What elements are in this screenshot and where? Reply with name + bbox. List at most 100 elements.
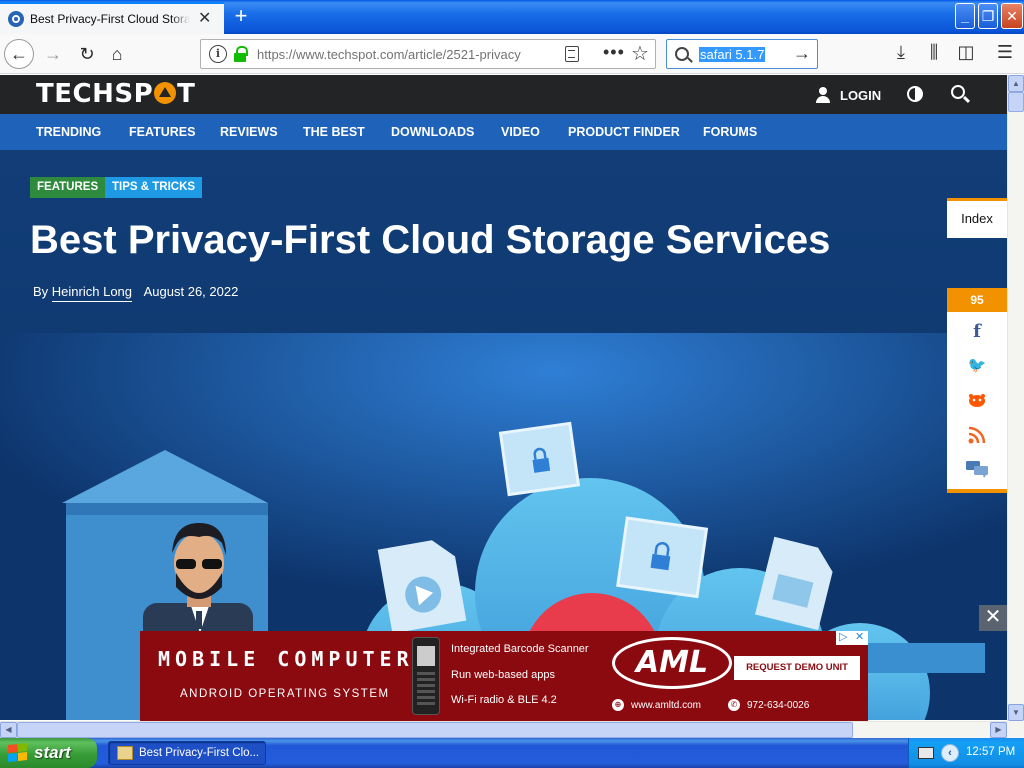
techspot-favicon-icon [8, 11, 24, 27]
byline-prefix: By [33, 284, 49, 299]
article-byline: By Heinrich Long August 26, 2022 [33, 284, 239, 302]
rss-glyph [968, 426, 986, 444]
horizontal-scrollbar[interactable]: ◀ ▶ [0, 721, 1007, 738]
adchoices-icon[interactable]: ▷ ✕ [836, 631, 868, 645]
techspot-logo[interactable]: TECHSP T [36, 79, 195, 109]
page-actions-ellipsis-icon[interactable]: ••• [603, 42, 625, 63]
index-button[interactable]: Index [947, 198, 1007, 238]
nav-product-finder[interactable]: PRODUCT FINDER [568, 125, 680, 139]
scroll-left-arrow-icon[interactable]: ◀ [0, 722, 17, 738]
start-button[interactable]: start [0, 738, 97, 768]
share-sidebar: 95 f 🐦 [947, 288, 1007, 493]
locked-image-file-icon [616, 516, 709, 599]
start-label: start [34, 743, 71, 762]
nav-features[interactable]: FEATURES [129, 125, 195, 139]
secure-lock-icon[interactable] [233, 45, 248, 63]
window-minimize-button[interactable]: _ [955, 3, 975, 29]
search-input-text[interactable]: safari 5.1.7 [699, 46, 766, 62]
horizontal-scroll-thumb[interactable] [17, 722, 853, 738]
reddit-glyph [969, 394, 985, 407]
home-icon[interactable]: ⌂ [102, 39, 132, 69]
window-restore-button[interactable]: ❐ [978, 3, 998, 29]
tab-close-icon[interactable]: ✕ [198, 11, 211, 27]
scroll-down-arrow-icon[interactable]: ▼ [1008, 704, 1024, 721]
windows-taskbar: start Best Privacy-First Clo... ‹ 12:57 … [0, 738, 1024, 768]
comments-icon[interactable] [947, 460, 1007, 481]
sidebar-toggle-icon[interactable]: ◫ [954, 42, 978, 63]
logo-text-right: T [177, 79, 196, 109]
author-link[interactable]: Heinrich Long [51, 284, 133, 302]
search-go-arrow-icon[interactable]: → [793, 43, 811, 64]
nav-video[interactable]: VIDEO [501, 125, 540, 139]
locked-photo-file-icon [498, 421, 581, 497]
ad-website: ⊕ www.amltd.com [612, 699, 701, 711]
logo-mark-icon [154, 82, 177, 104]
browser-toolbar: ← → ↻ ⌂ i https://www.techspot.com/artic… [0, 34, 1024, 74]
scroll-right-arrow-icon[interactable]: ▶ [990, 722, 1007, 738]
taskbar-window-label: Best Privacy-First Clo... [139, 747, 260, 759]
adchoices-close-icon: ✕ [855, 631, 865, 643]
forward-arrow-icon[interactable]: → [38, 39, 68, 69]
aml-logo: AML [612, 637, 732, 689]
twitter-icon[interactable]: 🐦 [947, 356, 1007, 374]
login-label: LOGIN [840, 87, 882, 103]
tag-tips-tricks[interactable]: TIPS & TRICKS [105, 177, 203, 198]
scroll-up-arrow-icon[interactable]: ▲ [1008, 75, 1024, 92]
new-tab-plus-icon[interactable]: + [228, 4, 254, 30]
ad-close-icon[interactable]: ✕ [979, 605, 1007, 631]
url-bar[interactable]: i https://www.techspot.com/article/2521-… [200, 39, 656, 69]
reddit-icon[interactable] [947, 390, 1007, 411]
rss-icon[interactable] [947, 426, 1007, 447]
taskbar-window-button[interactable]: Best Privacy-First Clo... [108, 741, 266, 765]
url-text[interactable]: https://www.techspot.com/article/2521-pr… [257, 47, 527, 62]
ad-subtitle: ANDROID OPERATING SYSTEM [180, 688, 390, 700]
bookmark-star-icon[interactable]: ☆ [631, 41, 649, 66]
main-nav: TRENDING FEATURES REVIEWS THE BEST DOWNL… [0, 114, 1007, 150]
hamburger-menu-icon[interactable]: ☰ [993, 42, 1017, 63]
vertical-scroll-thumb[interactable] [1008, 92, 1024, 112]
nav-downloads[interactable]: DOWNLOADS [391, 125, 474, 139]
comments-glyph [966, 461, 988, 478]
ad-website-text: www.amltd.com [631, 699, 702, 711]
reload-icon[interactable]: ↻ [72, 39, 102, 69]
reader-view-icon[interactable] [565, 46, 579, 62]
site-search-icon[interactable] [951, 85, 965, 99]
site-info-icon[interactable]: i [209, 45, 227, 63]
phone-icon: ✆ [728, 699, 740, 711]
dark-mode-toggle-icon[interactable] [907, 86, 923, 102]
cable-graphic [860, 643, 985, 673]
nav-the-best[interactable]: THE BEST [303, 125, 365, 139]
search-bar[interactable]: safari 5.1.7 → [666, 39, 818, 69]
ad-title: MOBILE COMPUTER [158, 647, 414, 671]
nav-forums[interactable]: FORUMS [703, 125, 757, 139]
request-demo-button[interactable]: REQUEST DEMO UNIT [734, 656, 860, 680]
browser-tab[interactable]: Best Privacy-First Cloud Storage Service… [0, 2, 224, 34]
nav-reviews[interactable]: REVIEWS [220, 125, 278, 139]
search-icon [675, 47, 689, 61]
user-icon [816, 87, 830, 103]
downloads-icon[interactable]: ⤓ [889, 42, 913, 63]
window-close-button[interactable]: ✕ [1001, 3, 1023, 29]
ad-feature: Wi-Fi radio & BLE 4.2 [451, 694, 557, 706]
library-icon[interactable]: ⫼ [922, 42, 946, 63]
nav-trending[interactable]: TRENDING [36, 125, 101, 139]
article-title: Best Privacy-First Cloud Storage Service… [30, 218, 831, 262]
adchoices-arrow-icon: ▷ [839, 631, 848, 643]
keyboard-icon[interactable] [918, 747, 934, 759]
back-arrow-icon[interactable]: ← [4, 39, 34, 69]
tag-features[interactable]: FEATURES [30, 177, 106, 198]
clock: 12:57 PM [966, 746, 1016, 758]
browser-tab-strip: Best Privacy-First Cloud Storage Service… [0, 0, 1024, 34]
firefox-window-icon [117, 746, 133, 760]
login-button[interactable]: LOGIN [816, 87, 881, 103]
globe-icon: ⊕ [612, 699, 624, 711]
handheld-device-image [412, 637, 440, 715]
ad-phone-text: 972-634-0026 [747, 699, 810, 711]
system-tray: ‹ 12:57 PM [908, 738, 1024, 768]
banner-ad[interactable]: ▷ ✕ MOBILE COMPUTER ANDROID OPERATING SY… [140, 631, 868, 721]
facebook-icon[interactable]: f [947, 321, 1007, 342]
vertical-scrollbar[interactable]: ▲ ▼ [1007, 75, 1024, 721]
show-hidden-icons-icon[interactable]: ‹ [941, 744, 959, 762]
article-date: August 26, 2022 [143, 284, 239, 299]
ad-phone: ✆ 972-634-0026 [728, 699, 809, 711]
